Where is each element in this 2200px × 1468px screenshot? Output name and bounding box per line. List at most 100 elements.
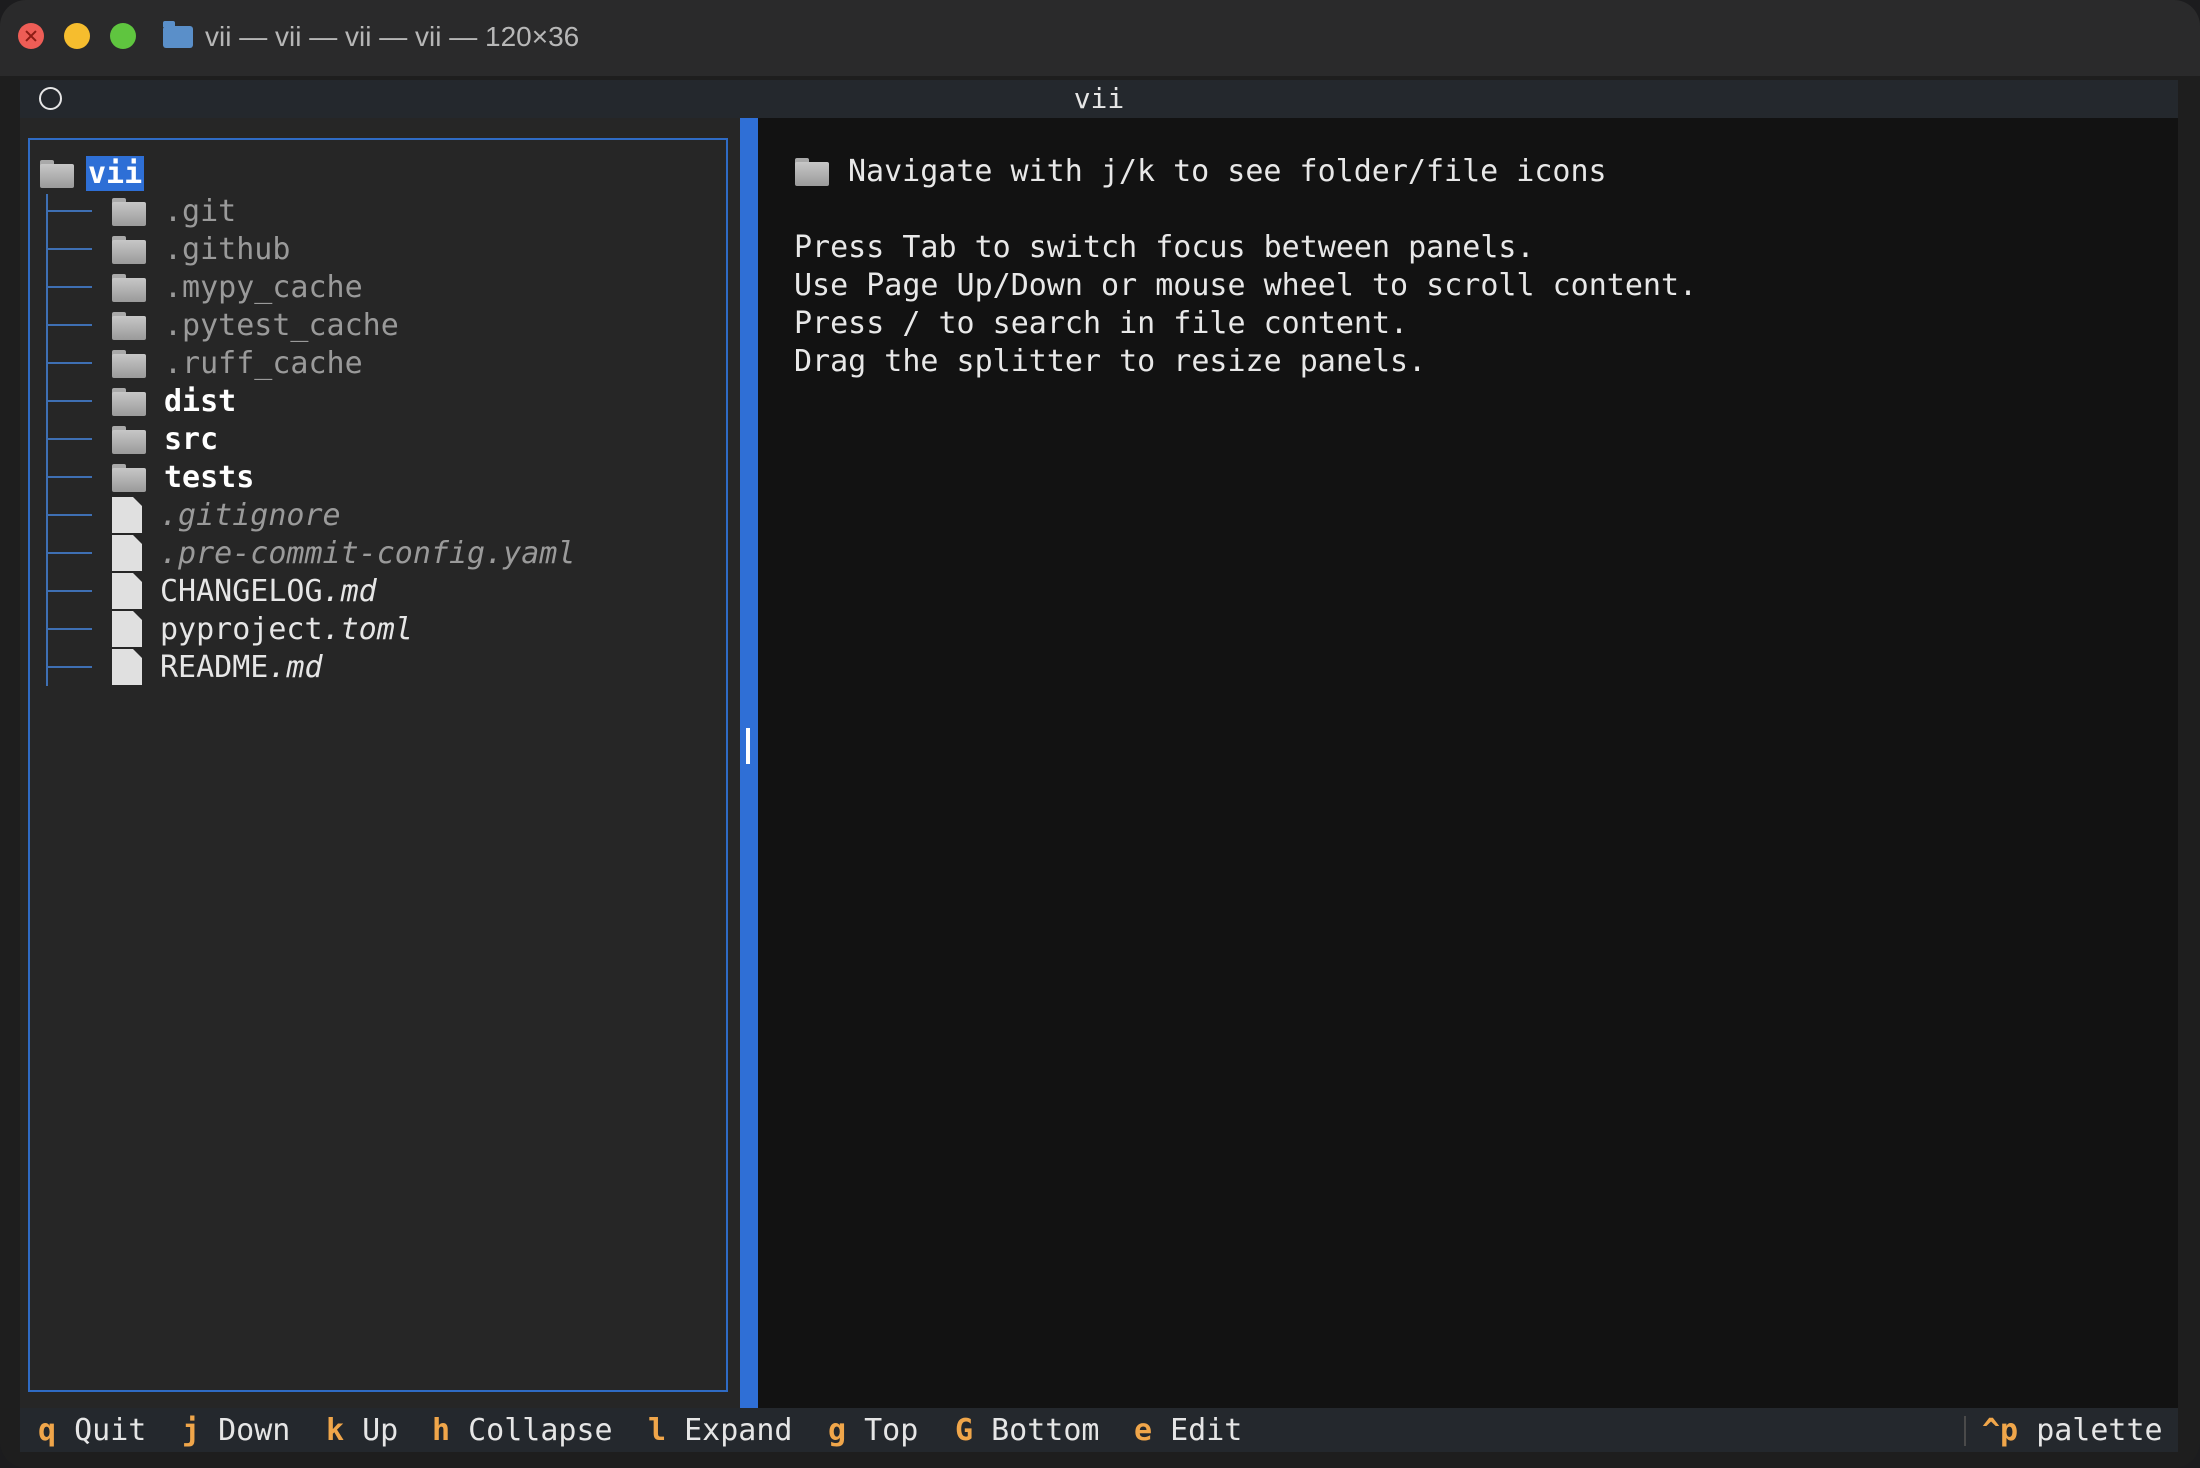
- preview-line: Use Page Up/Down or mouse wheel to scrol…: [794, 268, 1698, 303]
- panel-splitter[interactable]: [740, 118, 758, 1408]
- tree-item[interactable]: .mypy_cache: [112, 268, 363, 306]
- tree-item-label: .gitignore: [160, 497, 341, 533]
- window-title: vii — vii — vii — vii — 120×36: [163, 18, 579, 56]
- tree-item[interactable]: tests: [112, 458, 254, 496]
- tree-connector: [46, 286, 92, 288]
- folder-icon: [163, 21, 193, 48]
- footer-key-label: Down: [218, 1413, 291, 1448]
- tree-item[interactable]: .pytest_cache: [112, 306, 399, 344]
- tree-connector: [46, 248, 92, 250]
- folder-icon: [112, 198, 146, 226]
- tree-item-extension: .toml: [322, 611, 413, 647]
- tree-item[interactable]: .pre-commit-config.yaml: [112, 534, 575, 572]
- footer-key: G: [955, 1413, 974, 1448]
- preview-line: Drag the splitter to resize panels.: [794, 344, 1427, 379]
- footer-key: k: [326, 1413, 345, 1448]
- maximize-window-button[interactable]: [110, 23, 136, 49]
- preview-line: Press Tab to switch focus between panels…: [794, 230, 1535, 265]
- tree-connector: [46, 362, 92, 364]
- keybinding-footer: q Quit j Down k Up h Collapse l Expand g Top G…: [20, 1408, 2178, 1452]
- footer-key: g: [828, 1413, 847, 1448]
- title-bar: vii — vii — vii — vii — 120×36: [0, 0, 2200, 76]
- app-title: vii: [1073, 82, 1125, 115]
- tree-item-label: .pytest_cache: [164, 307, 399, 343]
- terminal-window: vii — vii — vii — vii — 120×36 vii vii .…: [0, 0, 2200, 1468]
- tree-root-label: vii: [86, 155, 145, 191]
- tree-connector: [46, 476, 92, 478]
- tree-root[interactable]: vii: [40, 154, 145, 192]
- footer-key-binding[interactable]: g Top: [828, 1413, 918, 1448]
- tree-item[interactable]: .git: [112, 192, 236, 230]
- minimize-window-button[interactable]: [64, 23, 90, 49]
- tree-connector: [46, 590, 92, 592]
- footer-key-binding[interactable]: h Collapse: [432, 1413, 613, 1448]
- footer-key: j: [182, 1413, 201, 1448]
- tree-item-label: CHANGELOG: [160, 573, 323, 609]
- footer-key-binding[interactable]: k Up: [326, 1413, 398, 1448]
- footer-key-label: Up: [362, 1413, 399, 1448]
- tree-item[interactable]: CHANGELOG .md: [112, 572, 377, 610]
- tree-item-label: dist: [164, 383, 237, 419]
- tree-item[interactable]: .ruff_cache: [112, 344, 363, 382]
- folder-icon: [795, 158, 829, 186]
- tree-item-label: src: [164, 421, 219, 457]
- tree-item[interactable]: pyproject .toml: [112, 610, 413, 648]
- preview-line: Press / to search in file content.: [794, 306, 1409, 341]
- tree-item[interactable]: README .md: [112, 648, 323, 686]
- file-icon: [112, 611, 142, 647]
- tree-item-label: .ruff_cache: [164, 345, 363, 381]
- footer-key-binding[interactable]: G Bottom: [955, 1413, 1100, 1448]
- tree-item-label: .github: [164, 231, 291, 267]
- footer-key-label: Collapse: [468, 1413, 613, 1448]
- splitter-grip[interactable]: [746, 728, 750, 764]
- footer-key-binding[interactable]: l Expand: [648, 1413, 793, 1448]
- footer-key: h: [432, 1413, 451, 1448]
- file-icon: [112, 649, 142, 685]
- footer-key-binding[interactable]: e Edit: [1134, 1413, 1242, 1448]
- file-icon: [112, 497, 142, 533]
- tree-connector: [46, 666, 92, 668]
- tree-item[interactable]: .gitignore: [112, 496, 341, 534]
- footer-key-label: Top: [864, 1413, 919, 1448]
- tree-item-extension: .md: [268, 649, 323, 685]
- footer-divider: [1964, 1416, 1966, 1446]
- app-header: vii: [20, 80, 2178, 118]
- tree-connector: [46, 628, 92, 630]
- tree-item-label: .pre-commit-config.yaml: [160, 535, 576, 571]
- preview-panel[interactable]: Navigate with j/k to see folder/file ico…: [758, 118, 2178, 1408]
- open-folder-icon: [40, 160, 74, 188]
- footer-key: l: [648, 1413, 667, 1448]
- tree-connector: [46, 552, 92, 554]
- tree-connector: [46, 400, 92, 402]
- tree-connector: [46, 210, 92, 212]
- footer-key: e: [1134, 1413, 1153, 1448]
- footer-key-label: Bottom: [991, 1413, 1100, 1448]
- preview-heading: Navigate with j/k to see folder/file ico…: [848, 154, 1607, 189]
- footer-key-label: Expand: [684, 1413, 793, 1448]
- palette-binding[interactable]: ^p palette: [1982, 1413, 2163, 1448]
- folder-icon: [112, 312, 146, 340]
- tree-item[interactable]: src: [112, 420, 218, 458]
- palette-key: ^p: [1982, 1413, 2019, 1448]
- footer-key-binding[interactable]: q Quit: [38, 1413, 146, 1448]
- tree-item-label: .mypy_cache: [164, 269, 363, 305]
- tree-item-label: pyproject: [160, 611, 323, 647]
- folder-icon: [112, 426, 146, 454]
- tree-item-label: .git: [164, 193, 237, 229]
- tree-item-label: tests: [164, 459, 255, 495]
- tree-connector: [46, 324, 92, 326]
- folder-icon: [112, 464, 146, 492]
- footer-key-label: Quit: [74, 1413, 147, 1448]
- palette-label: palette: [2036, 1413, 2163, 1448]
- folder-icon: [112, 236, 146, 264]
- footer-key-binding[interactable]: j Down: [182, 1413, 290, 1448]
- tree-item[interactable]: dist: [112, 382, 236, 420]
- window-title-text: vii — vii — vii — vii — 120×36: [205, 21, 580, 52]
- footer-key: q: [38, 1413, 57, 1448]
- folder-icon: [112, 350, 146, 378]
- tree-connector: [46, 194, 48, 686]
- close-window-button[interactable]: [18, 23, 44, 49]
- tree-connector: [46, 438, 92, 440]
- tree-item[interactable]: .github: [112, 230, 290, 268]
- footer-key-label: Edit: [1170, 1413, 1243, 1448]
